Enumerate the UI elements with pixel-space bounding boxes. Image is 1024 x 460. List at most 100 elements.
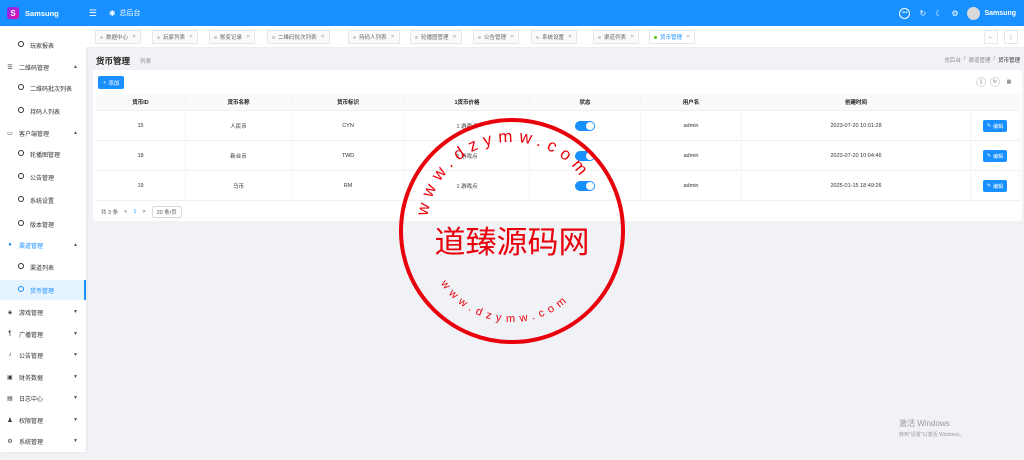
edit-icon: ✎ — [986, 183, 992, 189]
sidebar-item-banner[interactable]: 轮播图管理 — [0, 144, 86, 164]
menu-icon: ☰ — [7, 64, 13, 71]
tab-system-settings[interactable]: 系统设置 ✕ — [531, 30, 578, 44]
close-icon[interactable]: ✕ — [246, 34, 250, 40]
chevron-up-icon: ▲ — [73, 64, 78, 70]
cell-actions: ✎ 编辑 — [971, 112, 1020, 140]
sidebar-item-game[interactable]: ◈ 游戏管理 ▼ — [0, 302, 86, 322]
tab-account-records[interactable]: 账变记录 ✕ — [209, 30, 256, 44]
gear-icon[interactable]: ⚙ — [951, 9, 958, 18]
cell-id: 18 — [96, 142, 186, 170]
status-toggle[interactable] — [575, 121, 595, 131]
pagination-next[interactable]: > — [142, 209, 145, 215]
cell-code: TWD — [292, 142, 405, 170]
sidebar-item-currency[interactable]: 货币管理 — [0, 280, 86, 300]
tab-banner[interactable]: 轮播图管理 ✕ — [410, 30, 462, 44]
close-icon[interactable]: ✕ — [132, 34, 136, 40]
bell-icon: ♪ — [8, 352, 12, 358]
close-icon[interactable]: ✕ — [568, 34, 572, 40]
dark-mode-icon[interactable]: ☾ — [935, 9, 942, 18]
monitor-icon: ▭ — [7, 130, 13, 137]
sidebar-item-player-report[interactable]: 玩家报表 — [0, 35, 86, 55]
wallet-icon: ▣ — [7, 374, 13, 381]
avatar[interactable] — [967, 6, 981, 20]
cell-name: 马币 — [186, 172, 292, 200]
sidebar-item-finance[interactable]: ▣ 财务数据 ▼ — [0, 367, 86, 387]
sidebar-item-channel[interactable]: ● 渠道管理 ▲ — [0, 235, 86, 255]
sidebar-item-system-settings[interactable]: 系统设置 — [0, 190, 86, 210]
page-title: 货币管理 — [96, 56, 131, 66]
tab-player-list[interactable]: 玩家列表 ✕ — [152, 30, 199, 44]
tab-more-button[interactable]: ⋮ — [1004, 30, 1018, 44]
refresh-icon[interactable]: ↻ — [990, 77, 1000, 87]
tab-back-button[interactable]: ← — [984, 30, 998, 44]
sidebar-item-logs[interactable]: ▤ 日志中心 ▼ — [0, 388, 86, 408]
tab-holder-list[interactable]: 持码人列表 ✕ — [348, 30, 400, 44]
user-name[interactable]: Samsung — [984, 10, 1016, 17]
sidebar-item-notice[interactable]: 公告管理 — [0, 167, 86, 187]
pagination-total: 共 3 条 — [101, 210, 119, 216]
sidebar-item-qrcode[interactable]: ☰ 二维码管理 ▲ — [0, 57, 86, 77]
cell-price: 1 游戏点 — [405, 112, 530, 140]
breadcrumb-separator: / — [993, 56, 995, 62]
cell-actions: ✎ 编辑 — [971, 172, 1020, 200]
sidebar-item-qrcode-batch[interactable]: 二维码批次列表 — [0, 78, 86, 98]
chevron-down-icon: ▼ — [73, 331, 78, 337]
close-icon[interactable]: ✕ — [391, 34, 395, 40]
cell-id: 15 — [96, 112, 186, 140]
pagination: 共 3 条 < 1 > 20 条/页 — [101, 206, 182, 218]
breadcrumb-channel[interactable]: 渠道管理 — [968, 56, 990, 64]
chevron-down-icon: ▼ — [73, 438, 78, 444]
status-toggle[interactable] — [575, 151, 595, 161]
currency-card: + 添加 ▯ ↻ ▦ 货币ID 货币名称 货币标识 1货币价格 状态 用户名 创建… — [93, 70, 1022, 221]
sidebar-item-channel-list[interactable]: 渠道列表 — [0, 257, 86, 277]
chevron-down-icon: ▼ — [73, 374, 78, 380]
sidebar-item-holder-list[interactable]: 持码人列表 — [0, 101, 86, 121]
delete-icon[interactable]: ▯ — [976, 77, 986, 87]
circle-icon — [16, 107, 26, 115]
tab-currency[interactable]: 货币管理 ✕ — [649, 30, 696, 44]
breadcrumb-home[interactable]: 总后台 — [944, 56, 961, 64]
edit-button[interactable]: ✎ 编辑 — [982, 150, 1008, 162]
close-icon[interactable]: ✕ — [189, 34, 193, 40]
sidebar-item-broadcast[interactable]: ¶ 广播管理 ▼ — [0, 324, 86, 344]
tab-data-center[interactable]: 数据中心 ✕ — [95, 30, 142, 44]
close-icon[interactable]: ✕ — [321, 34, 325, 40]
status-toggle[interactable] — [575, 181, 595, 191]
grid-view-icon[interactable]: ▦ — [1004, 77, 1014, 87]
menu-toggle-icon[interactable]: ☰ — [89, 8, 97, 19]
sidebar-item-announcement[interactable]: ♪ 公告管理 ▼ — [0, 345, 86, 365]
tab-notice[interactable]: 公告管理 ✕ — [473, 30, 520, 44]
edit-button[interactable]: ✎ 编辑 — [982, 180, 1008, 192]
add-button[interactable]: + 添加 — [98, 76, 125, 89]
refresh-icon[interactable]: ↻ — [919, 9, 926, 18]
col-created: 创建时间 — [742, 94, 971, 110]
breadcrumb: 总后台 / 渠道管理 / 货币管理 — [944, 56, 1020, 64]
circle-icon — [16, 196, 26, 204]
cell-status — [530, 112, 641, 140]
edit-button[interactable]: ✎ 编辑 — [982, 120, 1008, 132]
chevron-down-icon: ▼ — [73, 395, 78, 401]
cell-price: 1 游戏点 — [405, 172, 530, 200]
close-icon[interactable]: ✕ — [686, 34, 690, 40]
sidebar-item-system[interactable]: ⚙ 系统管理 ▼ — [0, 431, 86, 451]
app-logo: S — [7, 7, 19, 19]
close-icon[interactable]: ✕ — [630, 34, 634, 40]
message-icon[interactable]: ••• — [899, 7, 911, 19]
close-icon[interactable]: ✕ — [453, 34, 457, 40]
sidebar-item-permissions[interactable]: ♟ 权限管理 ▼ — [0, 410, 86, 430]
tab-channel-list[interactable]: 渠道列表 ✕ — [593, 30, 640, 44]
chevron-up-icon: ▲ — [73, 130, 78, 136]
header-crumb[interactable]: 总后台 — [120, 8, 141, 18]
cell-created: 2023-07-20 10:04:46 — [742, 142, 971, 170]
pagination-page[interactable]: 1 — [133, 209, 136, 215]
tab-qrcode-batch[interactable]: 二维码批次列表 ✕ — [267, 30, 330, 44]
sidebar-item-client[interactable]: ▭ 客户端管理 ▲ — [0, 123, 86, 143]
stamp-arc-bottom: www.dzymw.com — [438, 277, 573, 325]
pagination-prev[interactable]: < — [124, 209, 127, 215]
cell-name: 人民币 — [186, 112, 292, 140]
close-icon[interactable]: ✕ — [510, 34, 514, 40]
cell-user: admin — [641, 112, 742, 140]
sidebar-item-version[interactable]: 版本管理 — [0, 214, 86, 234]
app-title: Samsung — [25, 8, 59, 18]
page-size-select[interactable]: 20 条/页 — [151, 206, 182, 218]
